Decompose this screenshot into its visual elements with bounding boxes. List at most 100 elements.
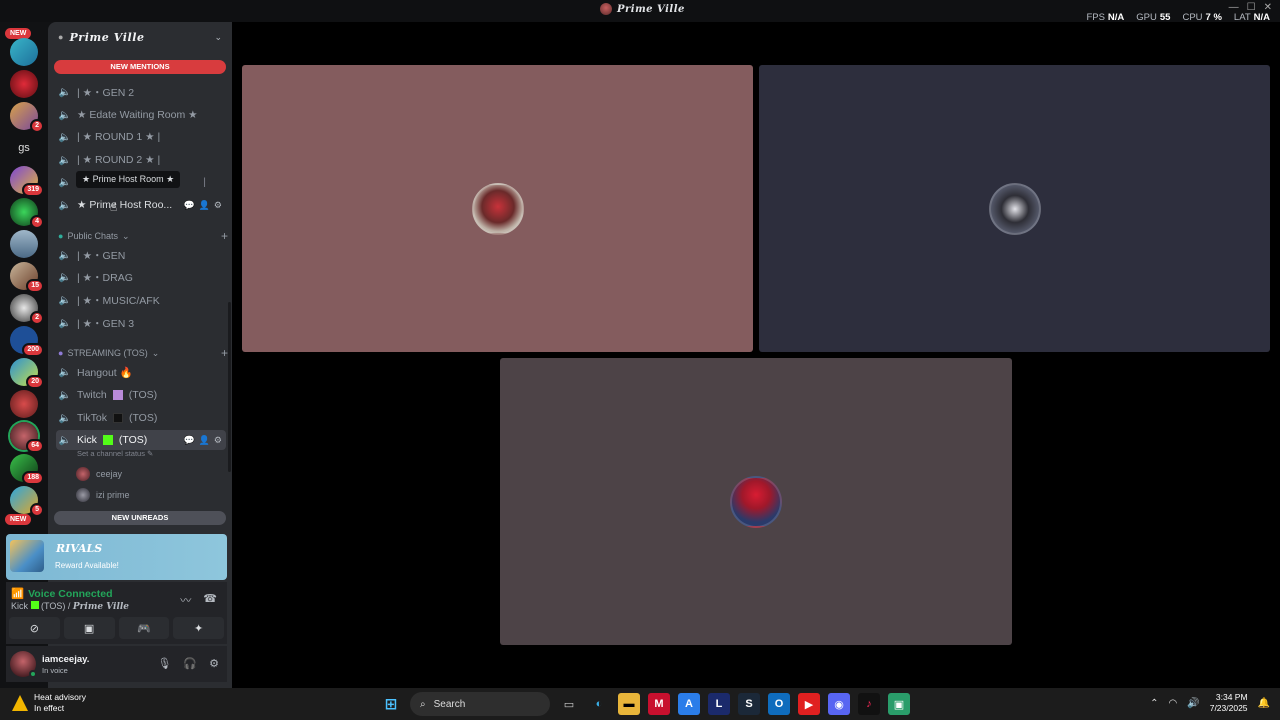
windows-start-icon[interactable]: ⊞ [380,693,402,715]
discord-icon[interactable]: ◉ [828,693,850,715]
file-explorer-icon[interactable]: ▬ [618,693,640,715]
invite-icon[interactable]: 👤 [199,435,210,446]
voice-channel-round1[interactable]: 🔈 | ★ ROUND 1 ★ | [56,127,226,147]
voice-channel-info[interactable]: Kick (TOS) / Prime Ville [11,601,129,612]
server-icon-9[interactable]: 2 [10,294,44,325]
new-unreads-banner[interactable]: NEW UNREADS [54,511,226,525]
unread-badge: 5 [30,503,44,517]
gear-icon[interactable]: ⚙ [214,200,222,211]
participant-tile[interactable] [500,358,1012,645]
invite-icon[interactable]: 👤 [199,200,210,211]
gear-icon[interactable]: ⚙ [214,435,222,446]
voice-channel-round2[interactable]: 🔈 | ★ ROUND 2 ★ | [56,150,226,170]
taskbar-search[interactable]: ⌕ Search [410,692,550,716]
category-streaming[interactable]: ● STREAMING (TOS) ⌄ + [58,345,228,361]
voice-channel-music[interactable]: 🔈 | ★・MUSIC/AFK [56,290,226,310]
volume-icon[interactable]: 🔊 [1187,698,1199,709]
voice-channel-gen2[interactable]: 🔈 | ★・GEN 2 [56,82,226,102]
server-icon-6[interactable]: 4 [10,198,44,229]
server-icon-14[interactable]: 188 [10,454,44,485]
outlook-icon[interactable]: O [768,693,790,715]
voice-channel-twitch[interactable]: 🔈 Twitch (TOS) [56,385,226,405]
server-icon-7[interactable] [10,230,38,258]
app-store-icon[interactable]: A [678,693,700,715]
task-view-icon[interactable]: ▭ [558,693,580,715]
chevron-up-icon[interactable]: ⌃ [1150,698,1158,709]
voice-channel-hangout[interactable]: 🔈 Hangout 🔥 [56,362,226,382]
chat-icon[interactable]: 💬 [183,435,194,446]
chat-icon[interactable]: 💬 [183,200,194,211]
voice-user[interactable]: ceejay [76,465,122,483]
discord-app: Prime Ville — ☐ ✕ FPS N/A GPU 55 CPU 7 % LA… [0,0,1280,688]
steam-icon[interactable]: S [738,693,760,715]
server-icon-15[interactable]: 5 [10,486,44,517]
android-app-icon[interactable]: ▣ [888,693,910,715]
new-pill-bottom[interactable]: NEW [5,514,32,525]
channel-divider: | [203,176,206,188]
voice-channel-kick[interactable]: 🔈 Kick (TOS) 💬 👤 ⚙ [56,430,226,450]
headphones-icon[interactable]: 🎧 [183,657,197,670]
server-icon-5[interactable]: 319 [10,166,44,197]
stream-icon: ● [58,348,64,358]
camera-off-icon: ⊘ [29,622,39,635]
voice-channel-edate[interactable]: 🔈 ★ Edate Waiting Room ★ [56,105,226,125]
server-icon-1[interactable] [10,38,38,66]
mcafee-icon[interactable]: M [648,693,670,715]
weather-title: Heat advisory [34,692,86,702]
voice-user[interactable]: izi prime [76,486,130,504]
speaker-icon: 🔈 [58,176,72,188]
tiktok-icon[interactable]: ♪ [858,693,880,715]
new-pill-top[interactable]: NEW [5,28,32,39]
mouse-cursor-icon: ☝ [110,200,118,214]
avatar [76,467,90,481]
wifi-icon[interactable]: ◠ [1169,698,1178,709]
screen-share-button[interactable]: ▣ [63,617,115,639]
gear-icon[interactable]: ⚙ [209,657,219,670]
unread-badge: 20 [26,375,44,389]
voice-channel-gen[interactable]: 🔈 | ★・GEN [56,245,226,265]
server-icon-active[interactable]: 64 [10,422,44,453]
add-channel-icon[interactable]: + [221,346,228,360]
soundboard-button[interactable]: ✦ [173,617,224,639]
rivals-promo[interactable]: RIVALS Reward Available! [6,534,227,580]
voice-channel-tiktok[interactable]: 🔈 TikTok (TOS) [56,408,226,428]
voice-channel-prime-host[interactable]: 🔈 ★ Prime Host Roo... 💬 👤 ⚙ [56,195,226,215]
scrollbar[interactable] [228,302,231,472]
server-icon-2[interactable] [10,70,38,98]
server-header[interactable]: ● Prime Ville ⌄ [48,22,232,52]
participant-tile[interactable] [242,65,753,352]
server-icon [600,3,612,15]
server-icon-8[interactable]: 15 [10,262,44,293]
noise-suppression-icon[interactable]: 〰 [180,592,191,608]
add-channel-icon[interactable]: + [221,229,228,243]
voice-channel-gen3[interactable]: 🔈 | ★・GEN 3 [56,313,226,333]
notification-icon[interactable]: 🔔 [1258,698,1270,709]
l-app-icon[interactable]: L [708,693,730,715]
server-icon-10[interactable]: 200 [10,326,44,357]
activity-button[interactable]: 🎮 [118,617,170,639]
youtube-icon[interactable]: ▶ [798,693,820,715]
microphone-icon[interactable]: 🎙 [157,657,171,670]
camera-button[interactable]: ⊘ [9,617,60,639]
unread-badge: 64 [26,439,44,453]
weather-widget[interactable]: Heat advisory In effect [12,692,86,714]
server-icon-11[interactable]: 20 [10,358,44,389]
channel-status[interactable]: Set a channel status ✎ [77,449,153,458]
disconnect-icon[interactable]: ☎ [203,592,217,608]
category-public-chats[interactable]: ● Public Chats ⌄ + [58,228,228,244]
promo-title: RIVALS [56,542,103,555]
window-title: Prime Ville [600,3,685,15]
server-gs[interactable]: gs [10,134,38,162]
chevron-down-icon: ⌄ [214,31,222,42]
voice-channel-drag[interactable]: 🔈 | ★・DRAG [56,267,226,287]
username[interactable]: iamceejay. [42,654,89,665]
title-bar: Prime Ville — ☐ ✕ FPS N/A GPU 55 CPU 7 % LA… [0,0,1280,23]
server-icon-3[interactable]: 2 [10,102,44,133]
server-icon-12[interactable] [10,390,38,418]
edge-icon[interactable]: ◐ [588,693,610,715]
voice-status[interactable]: 📶 Voice Connected [11,587,112,601]
unread-badge: 2 [30,311,44,325]
clock[interactable]: 3:34 PM 7/23/2025 [1210,692,1248,714]
participant-tile[interactable] [759,65,1270,352]
new-mentions-banner[interactable]: NEW MENTIONS [54,60,226,74]
